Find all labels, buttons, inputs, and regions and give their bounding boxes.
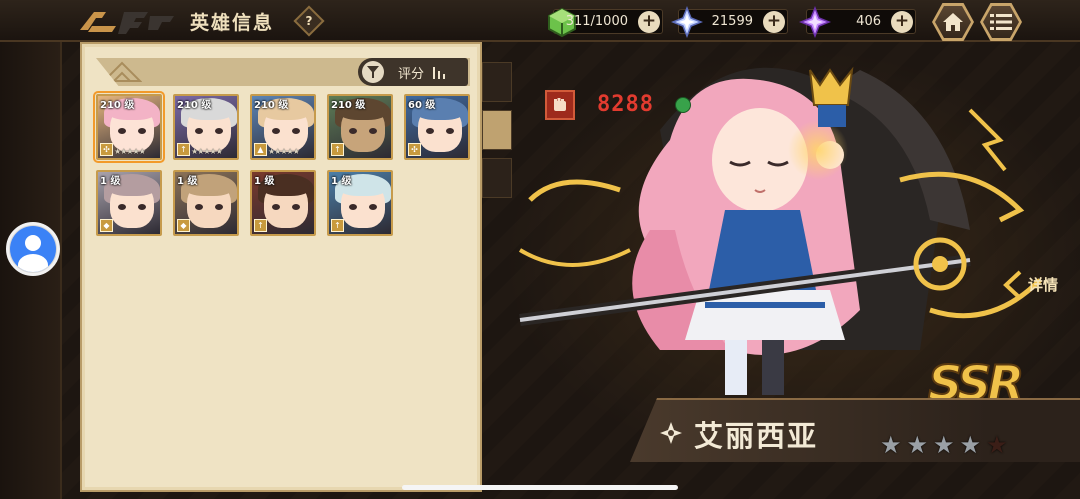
hero-eyes <box>195 128 223 134</box>
hero-list-panel: 评分 210 级 ✣ ★★★★★ 210 级 ↑ ★★★★★ 210 级 ▲ ★★★★★ 2… <box>80 42 482 492</box>
hero-level: 210 级 <box>331 100 366 111</box>
top-bar: 英雄信息 ? 311/1000 + 21599 + 406 + <box>0 0 1080 42</box>
hero-level: 60 级 <box>408 100 436 111</box>
combat-power: 8288 <box>545 90 705 120</box>
add-stamina-button[interactable]: + <box>638 11 660 33</box>
hero-card[interactable]: 1 级 ◆ <box>96 170 162 236</box>
hero-card[interactable]: 60 级 ✣ <box>404 94 470 160</box>
resource-value: 21599 <box>711 14 753 29</box>
hero-eyes <box>349 204 377 210</box>
hero-name: 艾丽西亚 <box>694 419 819 453</box>
star-filled-icon: ★ <box>906 431 929 459</box>
header-ornament-icon <box>102 61 142 82</box>
hero-card[interactable]: 210 级 ↑ <box>327 94 393 160</box>
assistive-avatar-button[interactable] <box>6 222 60 276</box>
chevron-left-icon <box>1003 270 1022 300</box>
resource-value: 311/1000 <box>565 14 628 29</box>
hero-card[interactable]: 210 级 ▲ ★★★★★ <box>250 94 316 160</box>
details-label: 详情 <box>1028 276 1059 294</box>
hero-class-icon: ▲ <box>254 143 267 156</box>
filter-icon[interactable] <box>362 61 384 83</box>
star-empty-icon: ★ <box>986 431 1008 459</box>
hero-class-icon: ◆ <box>100 219 113 232</box>
hero-level: 210 级 <box>100 100 135 111</box>
hero-name-bar: 艾丽西亚 <box>630 398 1080 462</box>
hero-card[interactable]: 210 级 ↑ ★★★★★ <box>173 94 239 160</box>
home-button[interactable] <box>932 3 974 41</box>
menu-list-icon <box>990 14 1012 30</box>
hero-level: 1 级 <box>331 176 352 187</box>
hero-grid: 210 级 ✣ ★★★★★ 210 级 ↑ ★★★★★ 210 级 ▲ ★★★★★ 210 … <box>93 91 476 236</box>
hero-level: 1 级 <box>100 176 121 187</box>
hero-stars: ★★★★★ <box>191 147 223 156</box>
resource-diamond: 406 + <box>799 6 916 38</box>
crystal-icon <box>671 6 703 38</box>
details-button[interactable]: 详情 <box>1000 268 1076 302</box>
hero-class-icon: ✣ <box>408 143 421 156</box>
star-filled-icon: ★ <box>959 431 982 459</box>
hero-card[interactable]: 210 级 ✣ ★★★★★ <box>93 91 165 163</box>
star-filled-icon: ★ <box>880 431 902 459</box>
hero-class-icon: ✣ <box>100 143 113 156</box>
class-icon <box>660 422 682 444</box>
power-indicator-icon <box>675 97 691 113</box>
hero-class-icon: ↑ <box>254 219 267 232</box>
sort-label: 评分 <box>398 66 425 82</box>
add-crystal-button[interactable]: + <box>763 11 785 33</box>
hero-level: 1 级 <box>177 176 198 187</box>
hero-class-icon: ↑ <box>331 143 344 156</box>
add-diamond-button[interactable]: + <box>891 11 913 33</box>
sort-bars-icon <box>433 67 446 79</box>
hero-stars: ★★★★★ <box>114 147 146 156</box>
hero-level: 210 级 <box>254 100 289 111</box>
hero-level: 1 级 <box>254 176 275 187</box>
home-icon <box>943 13 963 31</box>
diamond-icon <box>799 6 831 38</box>
game-logo-icon <box>80 12 174 34</box>
resource-stamina: 311/1000 + <box>548 7 663 38</box>
hero-eyes <box>426 128 454 134</box>
resource-value: 406 <box>856 14 881 29</box>
user-icon <box>10 226 56 272</box>
hero-class-icon: ↑ <box>331 219 344 232</box>
hero-class-icon: ◆ <box>177 219 190 232</box>
hero-card[interactable]: 1 级 ◆ <box>173 170 239 236</box>
hero-star-rating: ★ ★ ★ ★ ★ <box>880 432 1008 458</box>
hero-card[interactable]: 1 级 ↑ <box>250 170 316 236</box>
hero-level: 210 级 <box>177 100 212 111</box>
page-title: 英雄信息 <box>190 12 275 34</box>
hero-eyes <box>272 204 300 210</box>
help-button[interactable]: ? <box>293 5 325 37</box>
menu-button[interactable] <box>980 3 1022 41</box>
sort-by-score-button[interactable]: 评分 <box>358 58 468 86</box>
help-icon: ? <box>305 14 313 28</box>
hero-eyes <box>349 128 377 134</box>
hero-eyes <box>195 204 223 210</box>
combat-power-value: 8288 <box>597 92 654 117</box>
hero-eyes <box>118 128 146 134</box>
hero-card[interactable]: 1 级 ↑ <box>327 170 393 236</box>
fist-icon <box>545 90 575 120</box>
hero-eyes <box>118 204 146 210</box>
hero-stars: ★★★★★ <box>268 147 300 156</box>
hero-eyes <box>272 128 300 134</box>
star-filled-icon: ★ <box>933 431 955 459</box>
home-indicator[interactable] <box>402 485 678 490</box>
hero-class-icon: ↑ <box>177 143 190 156</box>
resource-crystal: 21599 + <box>671 6 788 38</box>
